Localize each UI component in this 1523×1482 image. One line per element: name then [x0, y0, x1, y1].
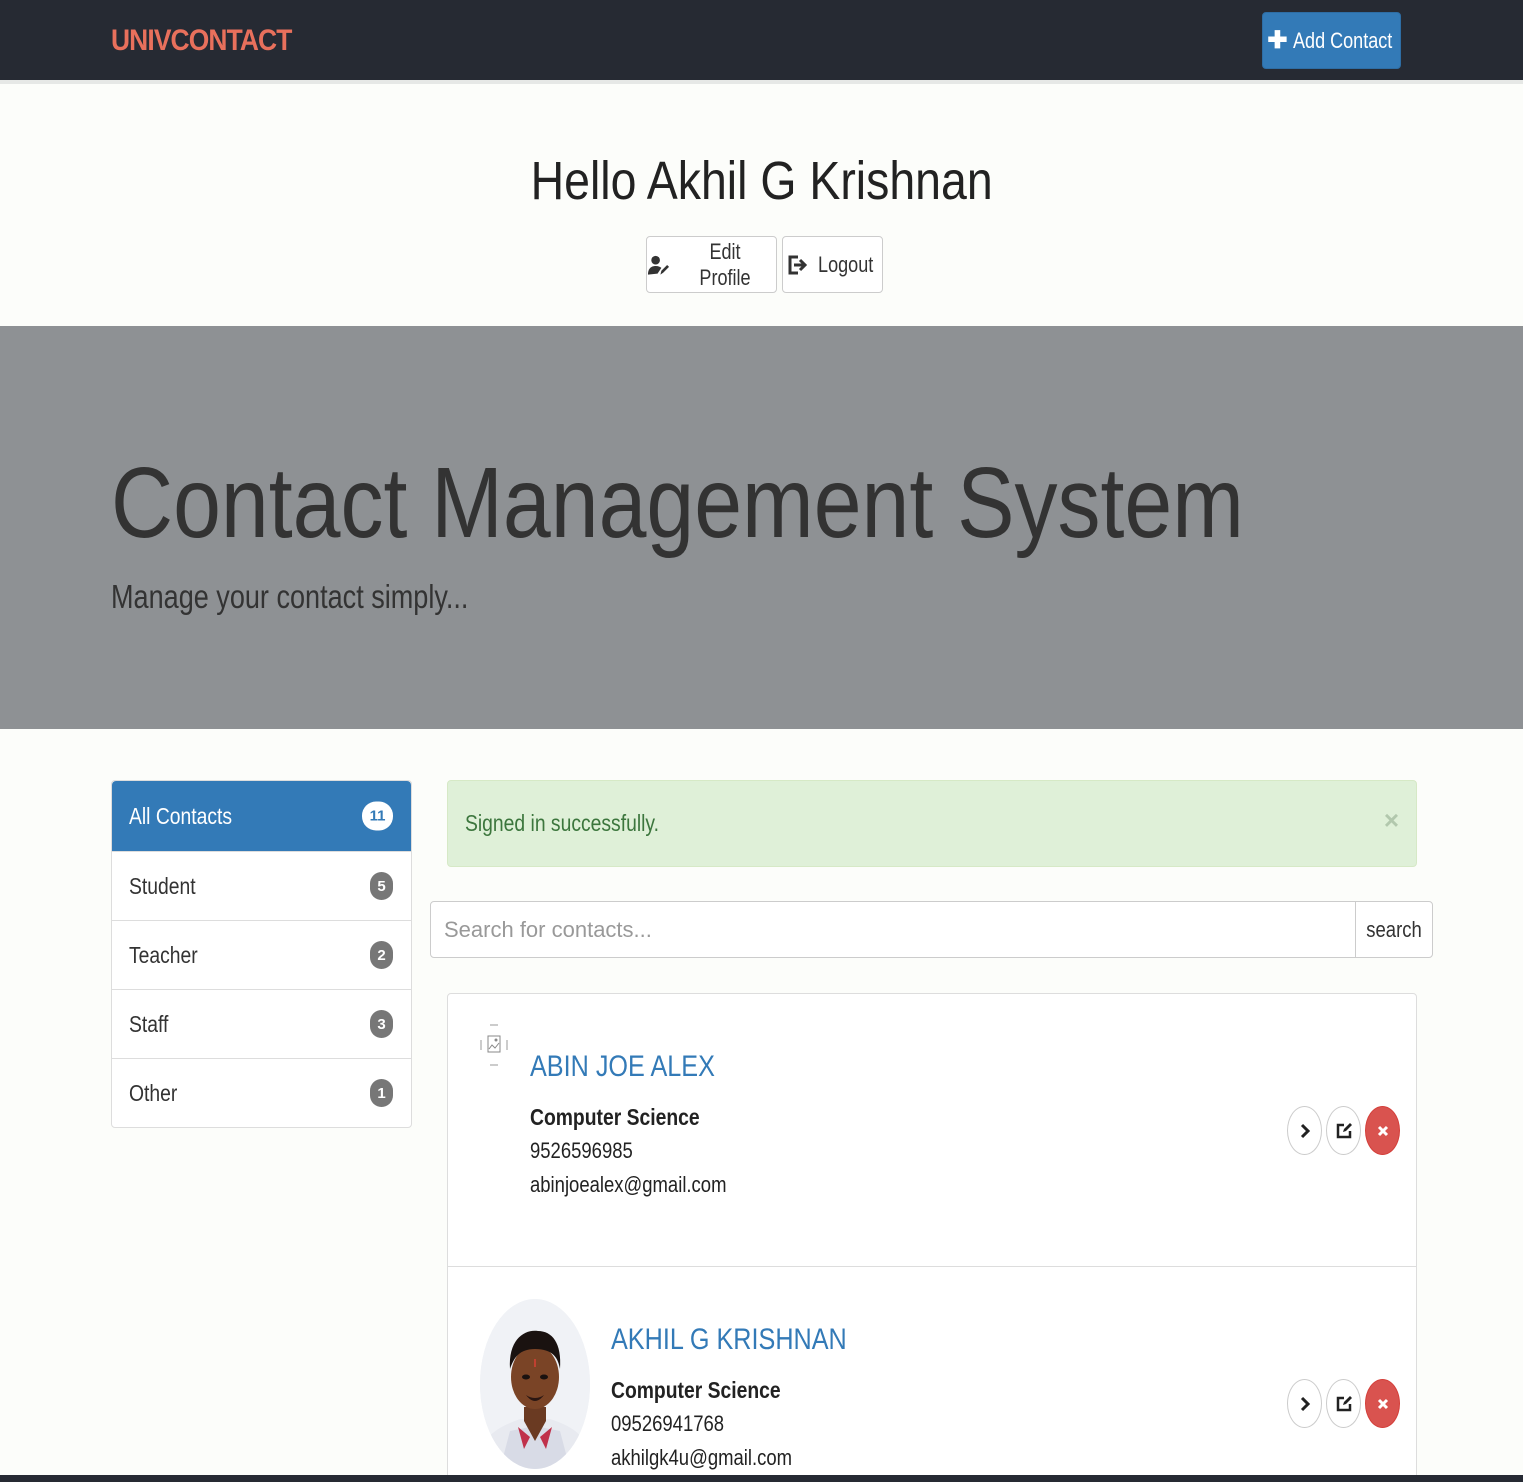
contact-name[interactable]: AKHIL G KRISHNAN	[611, 1323, 847, 1357]
contact-phone: 09526941768	[611, 1411, 725, 1436]
delete-contact-button[interactable]	[1365, 1379, 1400, 1428]
count-badge: 1	[370, 1079, 393, 1107]
navbar: UNIVCONTACT ✚ Add Contact	[0, 0, 1523, 84]
contact-card: ABIN JOE ALEX Computer Science 952659698…	[448, 994, 1416, 1266]
search-button[interactable]: search	[1355, 901, 1433, 958]
chevron-right-icon	[1300, 1123, 1310, 1138]
close-icon	[1377, 1125, 1388, 1136]
view-contact-button[interactable]	[1287, 1106, 1322, 1155]
sign-out-icon	[788, 255, 807, 274]
category-other[interactable]: Other 1	[112, 1058, 411, 1127]
delete-contact-button[interactable]	[1365, 1106, 1400, 1155]
greeting-heading: Hello Akhil G Krishnan	[530, 151, 993, 211]
contact-department: Computer Science	[530, 1104, 700, 1130]
contact-card: AKHIL G KRISHNAN Computer Science 095269…	[448, 1266, 1416, 1482]
category-label: Other	[129, 1079, 178, 1106]
category-label: Student	[129, 872, 196, 899]
contact-email: abinjoealex@gmail.com	[530, 1172, 727, 1197]
edit-icon	[1336, 1122, 1352, 1138]
profile-photo	[480, 1299, 590, 1469]
edit-contact-button[interactable]	[1326, 1106, 1361, 1155]
contact-phone: 9526596985	[530, 1138, 633, 1163]
user-edit-icon	[647, 255, 670, 275]
count-badge: 5	[370, 872, 393, 900]
contact-list: ABIN JOE ALEX Computer Science 952659698…	[447, 993, 1417, 1482]
view-contact-button[interactable]	[1287, 1379, 1322, 1428]
contact-department: Computer Science	[611, 1377, 781, 1403]
plus-icon: ✚	[1267, 27, 1288, 54]
category-teacher[interactable]: Teacher 2	[112, 920, 411, 989]
chevron-right-icon	[1300, 1396, 1310, 1411]
category-label: Teacher	[129, 941, 198, 968]
broken-image-icon	[480, 1024, 508, 1066]
jumbotron: Contact Management System Manage your co…	[0, 326, 1523, 729]
page-title: Contact Management System	[111, 447, 1244, 559]
category-list: All Contacts 11 Student 5 Teacher 2 Staf…	[111, 780, 412, 1128]
close-icon[interactable]: ×	[1384, 805, 1399, 836]
count-badge: 11	[362, 801, 393, 831]
edit-profile-button[interactable]: Edit Profile	[646, 236, 777, 293]
brand-logo[interactable]: UNIVCONTACT	[111, 24, 292, 58]
page-subtitle: Manage your contact simply...	[111, 578, 469, 615]
category-label: All Contacts	[129, 802, 233, 829]
contact-email: akhilgk4u@gmail.com	[611, 1445, 793, 1470]
edit-icon	[1336, 1395, 1352, 1411]
search-input[interactable]	[430, 901, 1356, 958]
count-badge: 3	[370, 1010, 393, 1038]
success-alert: Signed in successfully. ×	[447, 780, 1417, 867]
contact-name[interactable]: ABIN JOE ALEX	[530, 1050, 715, 1084]
category-all-contacts[interactable]: All Contacts 11	[112, 781, 411, 851]
avatar	[480, 1299, 590, 1469]
close-icon	[1377, 1398, 1388, 1409]
edit-contact-button[interactable]	[1326, 1379, 1361, 1428]
alert-message: Signed in successfully.	[465, 810, 660, 836]
category-staff[interactable]: Staff 3	[112, 989, 411, 1058]
logout-label: Logout	[817, 251, 874, 277]
category-student[interactable]: Student 5	[112, 851, 411, 920]
logout-button[interactable]: Logout	[782, 236, 883, 293]
category-label: Staff	[129, 1010, 169, 1037]
count-badge: 2	[370, 941, 393, 969]
add-contact-button[interactable]: ✚ Add Contact	[1262, 12, 1401, 69]
edit-profile-label: Edit Profile	[699, 238, 751, 290]
bottom-bar	[0, 1475, 1523, 1482]
add-contact-label: Add Contact	[1292, 27, 1392, 53]
